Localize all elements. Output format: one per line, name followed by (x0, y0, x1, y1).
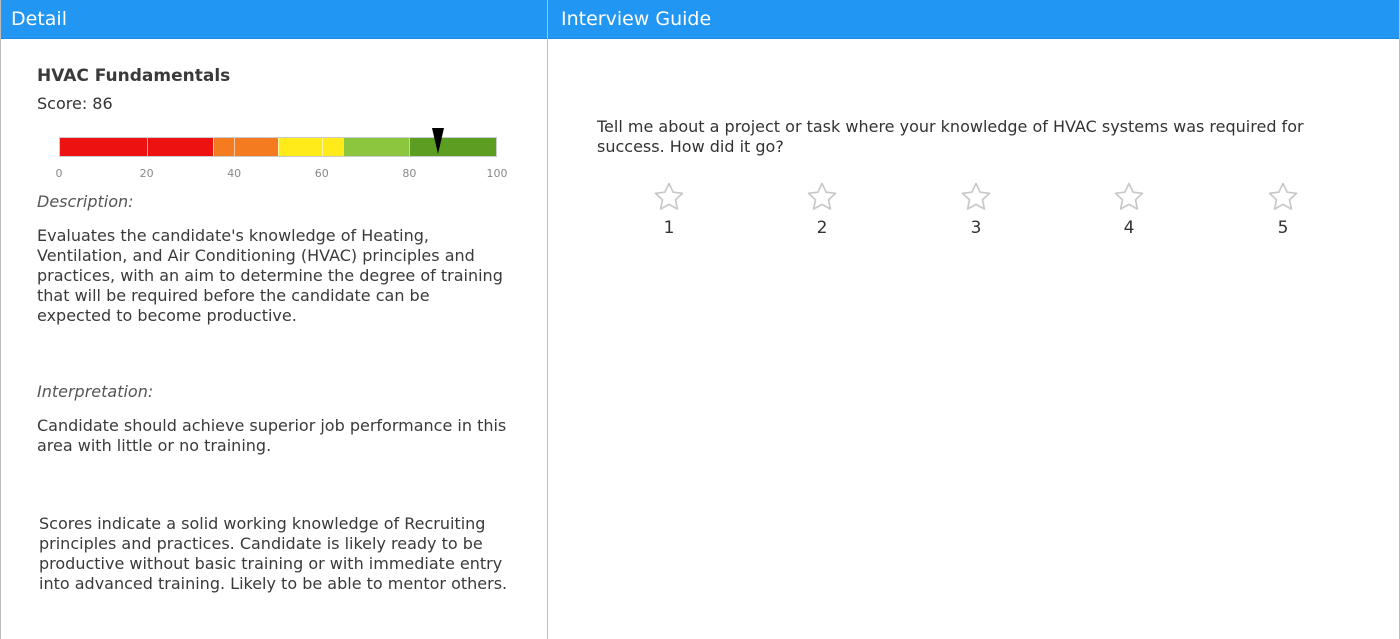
gauge-segment-yellow-1 (277, 138, 322, 156)
rating-number: 3 (970, 218, 982, 238)
gauge-segment-yellow-2 (321, 138, 344, 156)
interpretation-label: Interpretation: (37, 382, 154, 401)
rating-option-3[interactable]: 3 (956, 180, 996, 238)
gauge-segment-orange-2 (234, 138, 278, 156)
interview-guide-panel: Interview Guide (548, 0, 1400, 639)
interview-guide-panel-header: Interview Guide (548, 0, 1399, 39)
detail-panel-header: Detail (1, 0, 547, 39)
gauge-tick-20: 20 (139, 167, 154, 180)
interpretation-text: Candidate should achieve superior job pe… (37, 416, 507, 455)
rating-number: 4 (1123, 218, 1135, 238)
gauge-tick-40: 40 (227, 167, 242, 180)
rating-number: 2 (816, 218, 828, 238)
rating-option-4[interactable]: 4 (1109, 180, 1149, 238)
gauge-segment-red-2 (147, 138, 213, 156)
rating-option-1[interactable]: 1 (649, 180, 689, 238)
star-icon[interactable] (652, 180, 686, 214)
score-marker-icon (432, 128, 444, 154)
description-text: Evaluates the candidate's knowledge of H… (37, 226, 503, 325)
rating-option-2[interactable]: 2 (802, 180, 842, 238)
star-icon[interactable] (1266, 180, 1300, 214)
rating-number: 1 (663, 218, 675, 238)
star-icon[interactable] (1112, 180, 1146, 214)
gauge-tick-labels: 0 20 40 60 80 100 (55, 167, 508, 181)
star-icon[interactable] (805, 180, 839, 214)
gauge-segment-light-green-1 (343, 138, 409, 156)
summary-text: Scores indicate a solid working knowledg… (39, 514, 508, 593)
gauge-tick-0: 0 (55, 167, 63, 180)
gauge-segment-orange-1 (212, 138, 235, 156)
gauge-tick-60: 60 (314, 167, 329, 180)
description-label: Description: (37, 192, 134, 211)
interview-question: Tell me about a project or task where yo… (597, 117, 1304, 156)
gauge-segment-red-1 (60, 138, 148, 156)
gauge-tick-100: 100 (486, 167, 508, 180)
gauge-tick-80: 80 (402, 167, 417, 180)
score-line: Score: 86 (37, 94, 113, 113)
score-label: Score: (37, 94, 88, 113)
gauge-segment-dark-green-1 (408, 138, 496, 156)
rating-option-5[interactable]: 5 (1263, 180, 1303, 238)
star-icon[interactable] (959, 180, 993, 214)
skill-title: HVAC Fundamentals (37, 66, 231, 86)
score-value: 86 (92, 94, 113, 113)
rating-number: 5 (1277, 218, 1289, 238)
